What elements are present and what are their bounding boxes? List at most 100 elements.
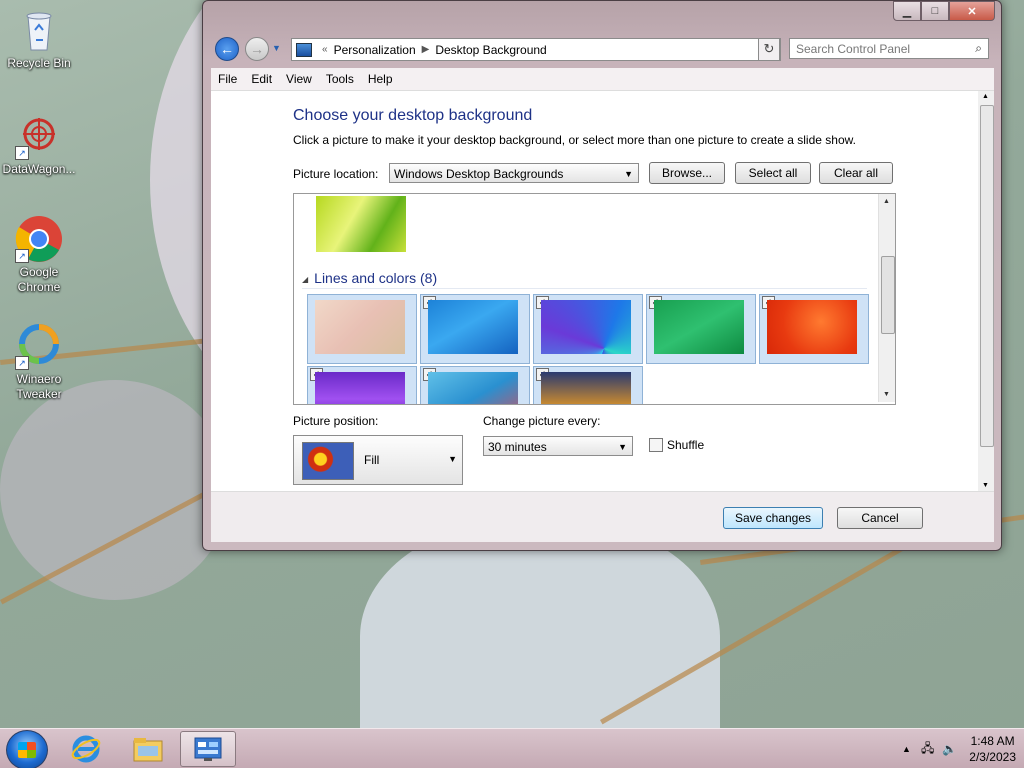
network-icon[interactable]: 🖧 — [921, 739, 934, 760]
start-button[interactable] — [6, 730, 48, 768]
picture-position-dropdown[interactable]: Fill ▼ — [293, 435, 463, 485]
gallery-scroll-thumb[interactable] — [881, 256, 895, 334]
taskbar-control-panel[interactable] — [180, 731, 236, 767]
minimize-button[interactable]: ▁ — [893, 1, 921, 21]
desktop-icon-label: DataWagon... — [2, 162, 76, 176]
maximize-icon: □ — [931, 5, 939, 17]
breadcrumb-personalization[interactable]: Personalization — [334, 43, 416, 57]
clock-time: 1:48 AM — [970, 734, 1015, 748]
change-picture-every-dropdown[interactable]: 30 minutes ▼ — [483, 436, 633, 456]
winaero-tweaker-icon: ↗ — [15, 322, 63, 370]
shortcut-arrow-icon: ↗ — [15, 356, 29, 370]
system-tray: ▲ 🖧 🔈 1:48 AM 2/3/2023 — [902, 729, 1016, 768]
gallery-scrollbar[interactable]: ▲ ▼ — [878, 194, 895, 402]
forward-button[interactable]: → — [245, 37, 269, 61]
arrow-right-icon: → — [250, 41, 264, 57]
clear-all-button[interactable]: Clear all — [819, 162, 893, 184]
thumbnail-orange-swirl[interactable]: ✓ — [759, 294, 869, 364]
thumbnail-green-leaves[interactable] — [316, 196, 406, 252]
change-picture-every-label: Change picture every: — [483, 414, 601, 428]
dropdown-arrow-icon: ▼ — [618, 442, 627, 452]
refresh-button[interactable]: ↻ — [758, 38, 780, 61]
shuffle-label: Shuffle — [667, 438, 705, 452]
menu-bar: File Edit View Tools Help — [211, 68, 994, 91]
thumbnail-image — [541, 300, 631, 354]
thumbnail-image — [315, 300, 405, 354]
thumbnail-image — [315, 372, 405, 404]
breadcrumb-overflow-icon[interactable]: « — [322, 44, 328, 55]
menu-file[interactable]: File — [211, 72, 244, 86]
picture-location-dropdown[interactable]: Windows Desktop Backgrounds ▼ — [389, 163, 639, 183]
datawagon-icon: ↗ — [15, 112, 63, 160]
search-placeholder: Search Control Panel — [796, 41, 911, 56]
menu-tools[interactable]: Tools — [319, 72, 361, 86]
checkbox-unchecked-icon[interactable] — [649, 438, 663, 452]
back-button[interactable]: ← — [215, 37, 239, 61]
picture-gallery: ◢ Lines and colors (8) ✓ ✓ ✓ ✓ — [293, 193, 896, 405]
search-icon[interactable]: ⌕ — [975, 41, 982, 56]
refresh-icon: ↻ — [763, 41, 775, 56]
menu-edit[interactable]: Edit — [244, 72, 279, 86]
scroll-up-icon[interactable]: ▲ — [982, 93, 989, 100]
cancel-button[interactable]: Cancel — [837, 507, 923, 529]
scroll-down-icon[interactable]: ▼ — [982, 482, 989, 489]
shuffle-checkbox[interactable]: Shuffle — [649, 438, 704, 452]
clock-date: 2/3/2023 — [969, 750, 1016, 764]
desktop-icon-label: Google Chrome — [17, 265, 61, 294]
clock[interactable]: 1:48 AM 2/3/2023 — [969, 733, 1016, 765]
show-hidden-icons-icon[interactable]: ▲ — [902, 744, 911, 754]
thumbnail-green-lines[interactable]: ✓ — [646, 294, 756, 364]
thumbnail-image — [541, 372, 631, 404]
collapse-triangle-icon[interactable]: ◢ — [302, 275, 308, 284]
search-input[interactable]: Search Control Panel ⌕ — [789, 38, 989, 59]
volume-icon[interactable]: 🔈 — [942, 742, 957, 756]
taskbar-file-explorer[interactable] — [120, 731, 176, 767]
desktop-icon-google-chrome[interactable]: ↗ Google Chrome — [1, 215, 77, 295]
menu-help[interactable]: Help — [361, 72, 400, 86]
content-scroll-thumb[interactable] — [980, 105, 994, 447]
folder-icon — [133, 738, 163, 762]
page-subtitle: Click a picture to make it your desktop … — [293, 133, 856, 147]
navigation-bar: ← → ▼ « Personalization ▶ Desktop Backgr… — [213, 35, 993, 63]
picture-position-value: Fill — [364, 453, 380, 467]
thumbnail-image — [428, 372, 518, 404]
group-header-lines-and-colors[interactable]: ◢ Lines and colors (8) — [302, 270, 867, 289]
recent-pages-button[interactable]: ▼ — [272, 43, 281, 53]
thumbnail-blue-lines[interactable]: ✓ — [420, 294, 530, 364]
select-all-button[interactable]: Select all — [735, 162, 811, 184]
dialog-footer: Save changes Cancel — [211, 491, 994, 542]
breadcrumb-separator-icon[interactable]: ▶ — [422, 44, 430, 55]
maximize-button[interactable]: □ — [921, 1, 949, 21]
picture-location-label: Picture location: — [293, 167, 379, 181]
thumbnail-cartoon[interactable] — [307, 294, 417, 364]
desktop-icon-label: Winaero Tweaker — [16, 372, 62, 401]
desktop-icon-winaero-tweaker[interactable]: ↗ Winaero Tweaker — [1, 322, 77, 402]
windows-logo-icon — [18, 742, 36, 758]
dropdown-arrow-icon: ▼ — [624, 169, 633, 179]
desktop-icon-recycle-bin[interactable]: Recycle Bin — [1, 6, 77, 71]
scroll-down-icon[interactable]: ▼ — [883, 391, 890, 398]
save-changes-button[interactable]: Save changes — [723, 507, 823, 529]
content-scrollbar[interactable]: ▲ ▼ — [978, 91, 994, 491]
picture-position-preview — [302, 442, 354, 480]
scroll-up-icon[interactable]: ▲ — [883, 198, 890, 205]
content-pane: Choose your desktop background Click a p… — [211, 91, 994, 491]
close-button[interactable]: ✕ — [949, 1, 995, 21]
thumbnail-gold-stripes[interactable]: ✓ — [533, 366, 643, 404]
browse-button[interactable]: Browse... — [649, 162, 725, 184]
desktop-icon-datawagon[interactable]: ↗ DataWagon... — [1, 112, 77, 177]
thumbnail-image — [428, 300, 518, 354]
thumbnail-blue-fan[interactable]: ✓ — [533, 294, 643, 364]
close-icon: ✕ — [967, 5, 977, 18]
chrome-icon: ↗ — [15, 215, 63, 263]
internet-explorer-icon — [71, 735, 101, 763]
thumbnail-image — [767, 300, 857, 354]
arrow-left-icon: ← — [220, 41, 234, 57]
menu-view[interactable]: View — [279, 72, 319, 86]
thumbnail-purple-waves[interactable]: ✓ — [307, 366, 417, 404]
thumbnail-teal-stripes[interactable]: ✓ — [420, 366, 530, 404]
breadcrumb-desktop-background[interactable]: Desktop Background — [435, 43, 546, 57]
taskbar-internet-explorer[interactable] — [58, 731, 114, 767]
picture-position-label: Picture position: — [293, 414, 379, 428]
address-bar[interactable]: « Personalization ▶ Desktop Background ⌄ — [291, 38, 781, 61]
